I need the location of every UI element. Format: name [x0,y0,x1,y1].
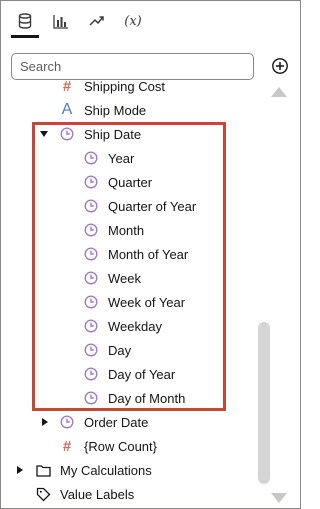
analytics-tab[interactable] [80,5,114,37]
tree-item-label: Weekday [108,318,162,334]
bar-chart-icon [53,14,68,29]
tree-item-ship-mode[interactable]: A Ship Mode [58,98,147,122]
tree-item-label: My Calculations [60,462,152,478]
clock-icon [82,149,100,167]
folder-icon [34,461,52,479]
tree-item-label: Ship Mode [84,102,147,118]
clock-icon [82,269,100,287]
collapse-caret-icon[interactable] [40,131,48,137]
clock-icon [82,365,100,383]
tree-item-label: Quarter [108,174,153,190]
panel-tab-bar: (x) [1,1,300,41]
expand-caret-icon[interactable] [42,418,48,426]
tree-item-day-of-year[interactable]: Day of Year [82,362,175,386]
tree-item-day[interactable]: Day [82,338,131,362]
tree-item-label: Quarter of Year [108,198,197,214]
tree-item-label: Year [108,150,135,166]
database-icon [18,13,32,29]
tag-icon [34,485,52,503]
data-panel: (x) # Shipping Cost A Ship Mode Ship Dat… [0,0,301,509]
tree-item-label: Day of Month [108,390,186,406]
data-tab[interactable] [8,5,42,38]
tree-item-label: Month of Year [108,246,189,262]
tree-item-label: {Row Count} [84,438,157,454]
tree-item-week[interactable]: Week [82,266,141,290]
tree-item-ship-date[interactable]: Ship Date [58,122,141,146]
tree-item-month[interactable]: Month [82,218,144,242]
tree-item-label: Order Date [84,414,149,430]
clock-icon [82,293,100,311]
tree-item-label: Shipping Cost [84,78,165,94]
scroll-down-arrow[interactable] [271,493,287,503]
tree-item-label: Week of Year [108,294,186,310]
clock-icon [82,245,100,263]
calculations-tab[interactable]: (x) [116,5,150,37]
clock-icon [82,317,100,335]
tree-item-month-of-year[interactable]: Month of Year [82,242,188,266]
measure-icon: # [62,77,72,95]
clock-icon [82,197,100,215]
tree-item-label: Value Labels [60,486,135,502]
scroll-up-arrow[interactable] [271,87,287,97]
tree-item-label: Day of Year [108,366,176,382]
attribute-icon: A [61,101,73,118]
tree-item-label: Month [108,222,145,238]
expand-caret-icon[interactable] [17,466,23,474]
tree-item-year[interactable]: Year [82,146,134,170]
tree-item-weekday[interactable]: Weekday [82,314,162,338]
clock-icon [82,389,100,407]
measure-icon: # [62,437,72,455]
tree-item-day-of-month[interactable]: Day of Month [82,386,185,410]
function-icon: (x) [124,13,142,29]
tree-item-my-calculations[interactable]: My Calculations [34,458,152,482]
tree-item-order-date[interactable]: Order Date [58,410,148,434]
tree-item-row-count[interactable]: # {Row Count} [58,434,157,458]
tree-item-quarter[interactable]: Quarter [82,170,152,194]
add-icon[interactable] [271,57,289,75]
tree-item-label: Ship Date [84,126,142,142]
trend-line-icon [89,16,104,26]
tree-item-label: Week [108,270,141,286]
tree-item-value-labels[interactable]: Value Labels [34,482,134,506]
tree-item-week-of-year[interactable]: Week of Year [82,290,185,314]
clock-icon [58,413,76,431]
clock-icon [58,125,76,143]
clock-icon [82,341,100,359]
tree-item-shipping-cost[interactable]: # Shipping Cost [58,74,165,98]
scrollbar-thumb[interactable] [258,322,270,484]
clock-icon [82,221,100,239]
tree-item-label: Day [108,342,132,358]
visualizations-tab[interactable] [44,5,78,37]
tree-item-quarter-of-year[interactable]: Quarter of Year [82,194,196,218]
clock-icon [82,173,100,191]
